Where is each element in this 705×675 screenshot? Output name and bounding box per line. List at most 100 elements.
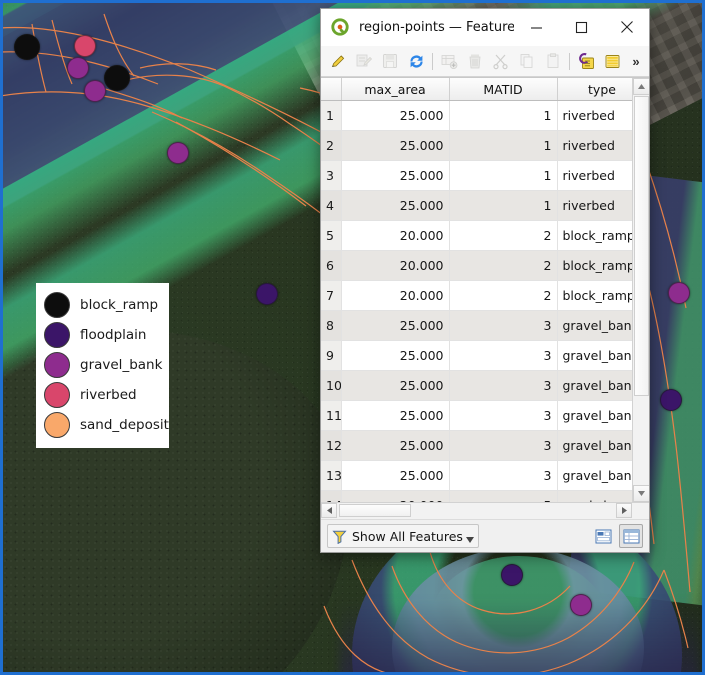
cell-max-area[interactable]: 25.000 bbox=[341, 460, 450, 491]
cut-features-icon[interactable] bbox=[488, 48, 514, 74]
cell-max-area[interactable]: 20.000 bbox=[341, 250, 450, 281]
funnel-icon bbox=[332, 530, 347, 544]
cell-max-area[interactable]: 25.000 bbox=[341, 340, 450, 371]
cell-matid[interactable]: 2 bbox=[449, 220, 558, 251]
cell-max-area[interactable]: 25.000 bbox=[341, 190, 450, 221]
qgis-screen: block_ramp floodplain gravel_bank riverb… bbox=[0, 0, 705, 675]
cell-matid[interactable]: 3 bbox=[449, 460, 558, 491]
cell-matid[interactable]: 5 bbox=[449, 490, 558, 502]
paste-features-icon[interactable] bbox=[540, 48, 566, 74]
row-number-cell[interactable]: 6 bbox=[321, 250, 342, 281]
add-feature-icon[interactable] bbox=[436, 48, 462, 74]
table-row[interactable]: 6 20.000 2 block_ramp bbox=[321, 250, 648, 281]
row-number-cell[interactable]: 7 bbox=[321, 280, 342, 311]
table-row[interactable]: 12 25.000 3 gravel_bank bbox=[321, 430, 648, 461]
form-view-icon bbox=[595, 529, 611, 543]
table-row[interactable]: 3 25.000 1 riverbed bbox=[321, 160, 648, 191]
map-point-gravel_bank[interactable] bbox=[668, 282, 690, 304]
cell-matid[interactable]: 3 bbox=[449, 370, 558, 401]
row-number-cell[interactable]: 9 bbox=[321, 340, 342, 371]
row-number-cell[interactable]: 4 bbox=[321, 190, 342, 221]
cell-max-area[interactable]: 25.000 bbox=[341, 130, 450, 161]
cell-matid[interactable]: 2 bbox=[449, 280, 558, 311]
cell-matid[interactable]: 2 bbox=[449, 250, 558, 281]
cell-matid[interactable]: 1 bbox=[449, 100, 558, 131]
map-point-gravel_bank[interactable] bbox=[84, 80, 106, 102]
attribute-table-scroll-area[interactable]: max_area MATID type 1 25.000 1 riverbed 2 25.… bbox=[321, 77, 649, 502]
map-point-gravel_bank[interactable] bbox=[167, 142, 189, 164]
cell-max-area[interactable]: 25.000 bbox=[341, 160, 450, 191]
table-row[interactable]: 1 25.000 1 riverbed bbox=[321, 100, 648, 131]
row-number-cell[interactable]: 2 bbox=[321, 130, 342, 161]
table-view-button[interactable] bbox=[619, 524, 643, 548]
table-row[interactable]: 8 25.000 3 gravel_bank bbox=[321, 310, 648, 341]
delete-selected-icon[interactable] bbox=[462, 48, 488, 74]
table-row[interactable]: 13 25.000 3 gravel_bank bbox=[321, 460, 648, 491]
cell-max-area[interactable]: 25.000 bbox=[341, 310, 450, 341]
reload-icon[interactable] bbox=[403, 48, 429, 74]
scroll-down-arrow[interactable] bbox=[633, 485, 649, 502]
toolbar-overflow-button[interactable]: » bbox=[627, 54, 645, 69]
vertical-scrollbar[interactable] bbox=[632, 78, 649, 502]
cell-matid[interactable]: 1 bbox=[449, 130, 558, 161]
cell-max-area[interactable]: 25.000 bbox=[341, 100, 450, 131]
scroll-up-arrow[interactable] bbox=[633, 78, 649, 95]
vertical-scrollbar-thumb[interactable] bbox=[634, 96, 649, 396]
map-point-gravel_bank[interactable] bbox=[67, 57, 89, 79]
map-point-block_ramp[interactable] bbox=[104, 65, 130, 91]
multi-edit-icon[interactable] bbox=[351, 48, 377, 74]
cell-matid[interactable]: 3 bbox=[449, 340, 558, 371]
row-number-cell[interactable]: 3 bbox=[321, 160, 342, 191]
window-title-bar[interactable]: region-points — Features To... bbox=[321, 9, 649, 46]
table-row[interactable]: 9 25.000 3 gravel_bank bbox=[321, 340, 648, 371]
scroll-right-arrow[interactable] bbox=[616, 503, 632, 518]
cell-max-area[interactable]: 25.000 bbox=[341, 400, 450, 431]
cell-matid[interactable]: 3 bbox=[449, 310, 558, 341]
toggle-editing-icon[interactable] bbox=[325, 48, 351, 74]
cell-max-area[interactable]: 25.000 bbox=[341, 430, 450, 461]
cell-matid[interactable]: 1 bbox=[449, 160, 558, 191]
field-calculator-icon[interactable] bbox=[573, 48, 599, 74]
table-row[interactable]: 10 25.000 3 gravel_bank bbox=[321, 370, 648, 401]
table-row[interactable]: 4 25.000 1 riverbed bbox=[321, 190, 648, 221]
scroll-left-arrow[interactable] bbox=[321, 503, 337, 518]
table-row[interactable]: 1420.0005sand_deposit bbox=[321, 490, 648, 502]
row-number-cell[interactable]: 5 bbox=[321, 220, 342, 251]
row-number-cell[interactable]: 13 bbox=[321, 460, 342, 491]
cell-max-area[interactable]: 25.000 bbox=[341, 370, 450, 401]
row-number-cell[interactable]: 10 bbox=[321, 370, 342, 401]
close-button[interactable] bbox=[604, 10, 649, 45]
row-number-cell[interactable]: 1 bbox=[321, 100, 342, 131]
column-header-max-area[interactable]: max_area bbox=[341, 78, 450, 101]
table-row[interactable]: 7 20.000 2 block_ramp bbox=[321, 280, 648, 311]
cell-matid[interactable]: 1 bbox=[449, 190, 558, 221]
map-point-riverbed[interactable] bbox=[74, 35, 96, 57]
horizontal-scrollbar[interactable] bbox=[321, 502, 649, 519]
row-number-cell[interactable]: 12 bbox=[321, 430, 342, 461]
table-row[interactable]: 5 20.000 2 block_ramp bbox=[321, 220, 648, 251]
maximize-button[interactable] bbox=[559, 10, 604, 45]
map-point-block_ramp[interactable] bbox=[14, 34, 40, 60]
cell-max-area[interactable]: 20.000 bbox=[341, 280, 450, 311]
minimize-button[interactable] bbox=[514, 10, 559, 45]
map-point-floodplain[interactable] bbox=[501, 564, 523, 586]
column-header-matid[interactable]: MATID bbox=[449, 78, 558, 101]
horizontal-scrollbar-thumb[interactable] bbox=[339, 504, 411, 517]
map-point-floodplain[interactable] bbox=[256, 283, 278, 305]
map-point-gravel_bank[interactable] bbox=[570, 594, 592, 616]
copy-features-icon[interactable] bbox=[514, 48, 540, 74]
table-row[interactable]: 2 25.000 1 riverbed bbox=[321, 130, 648, 161]
conditional-format-icon[interactable] bbox=[599, 48, 625, 74]
save-edits-icon[interactable] bbox=[377, 48, 403, 74]
map-point-floodplain[interactable] bbox=[660, 389, 682, 411]
cell-max-area[interactable]: 20.000 bbox=[341, 490, 450, 502]
show-all-features-button[interactable]: Show All Features bbox=[327, 524, 479, 548]
row-number-cell[interactable]: 14 bbox=[321, 490, 342, 502]
row-number-cell[interactable]: 8 bbox=[321, 310, 342, 341]
cell-matid[interactable]: 3 bbox=[449, 430, 558, 461]
row-number-cell[interactable]: 11 bbox=[321, 400, 342, 431]
cell-max-area[interactable]: 20.000 bbox=[341, 220, 450, 251]
cell-matid[interactable]: 3 bbox=[449, 400, 558, 431]
table-row[interactable]: 11 25.000 3 gravel_bank bbox=[321, 400, 648, 431]
form-view-button[interactable] bbox=[591, 524, 615, 548]
